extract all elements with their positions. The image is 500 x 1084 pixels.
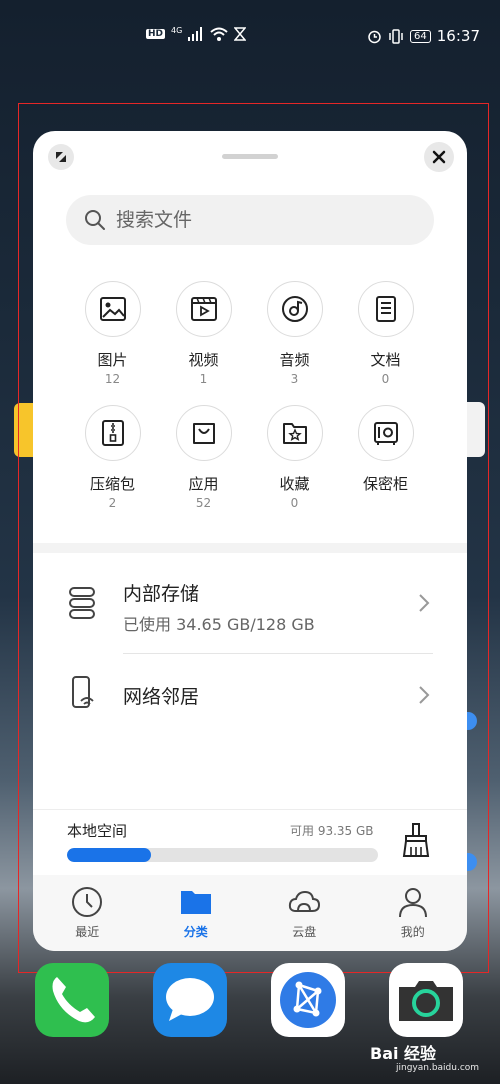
hd-badge: HD [146, 29, 166, 39]
clock-time: 16:37 [436, 27, 480, 45]
baidu-watermark: Bai 经验 [370, 1044, 437, 1063]
network-label: 4G [171, 25, 183, 35]
hourglass-icon [234, 27, 247, 41]
browser-app[interactable] [271, 963, 345, 1037]
wifi-icon [210, 27, 228, 41]
battery-indicator: 64 [410, 29, 431, 43]
highlight-frame [18, 103, 489, 973]
status-bar: HD 4G 64 16:37 [0, 0, 500, 72]
message-icon [166, 978, 214, 1021]
baidu-watermark-url: jingyan.baidu.com [396, 1063, 480, 1073]
browser-icon [280, 972, 336, 1028]
vibrate-icon [389, 28, 403, 44]
alarm-icon [368, 30, 381, 43]
messages-app[interactable] [153, 963, 227, 1037]
camera-icon [399, 981, 453, 1021]
signal-icon [188, 27, 203, 41]
phone-app[interactable] [35, 963, 109, 1037]
dock [0, 963, 500, 1039]
status-right: 64 16:37 [367, 27, 480, 45]
phone-icon [52, 977, 95, 1023]
status-left: HD 4G [146, 25, 247, 41]
camera-app[interactable] [389, 963, 463, 1037]
